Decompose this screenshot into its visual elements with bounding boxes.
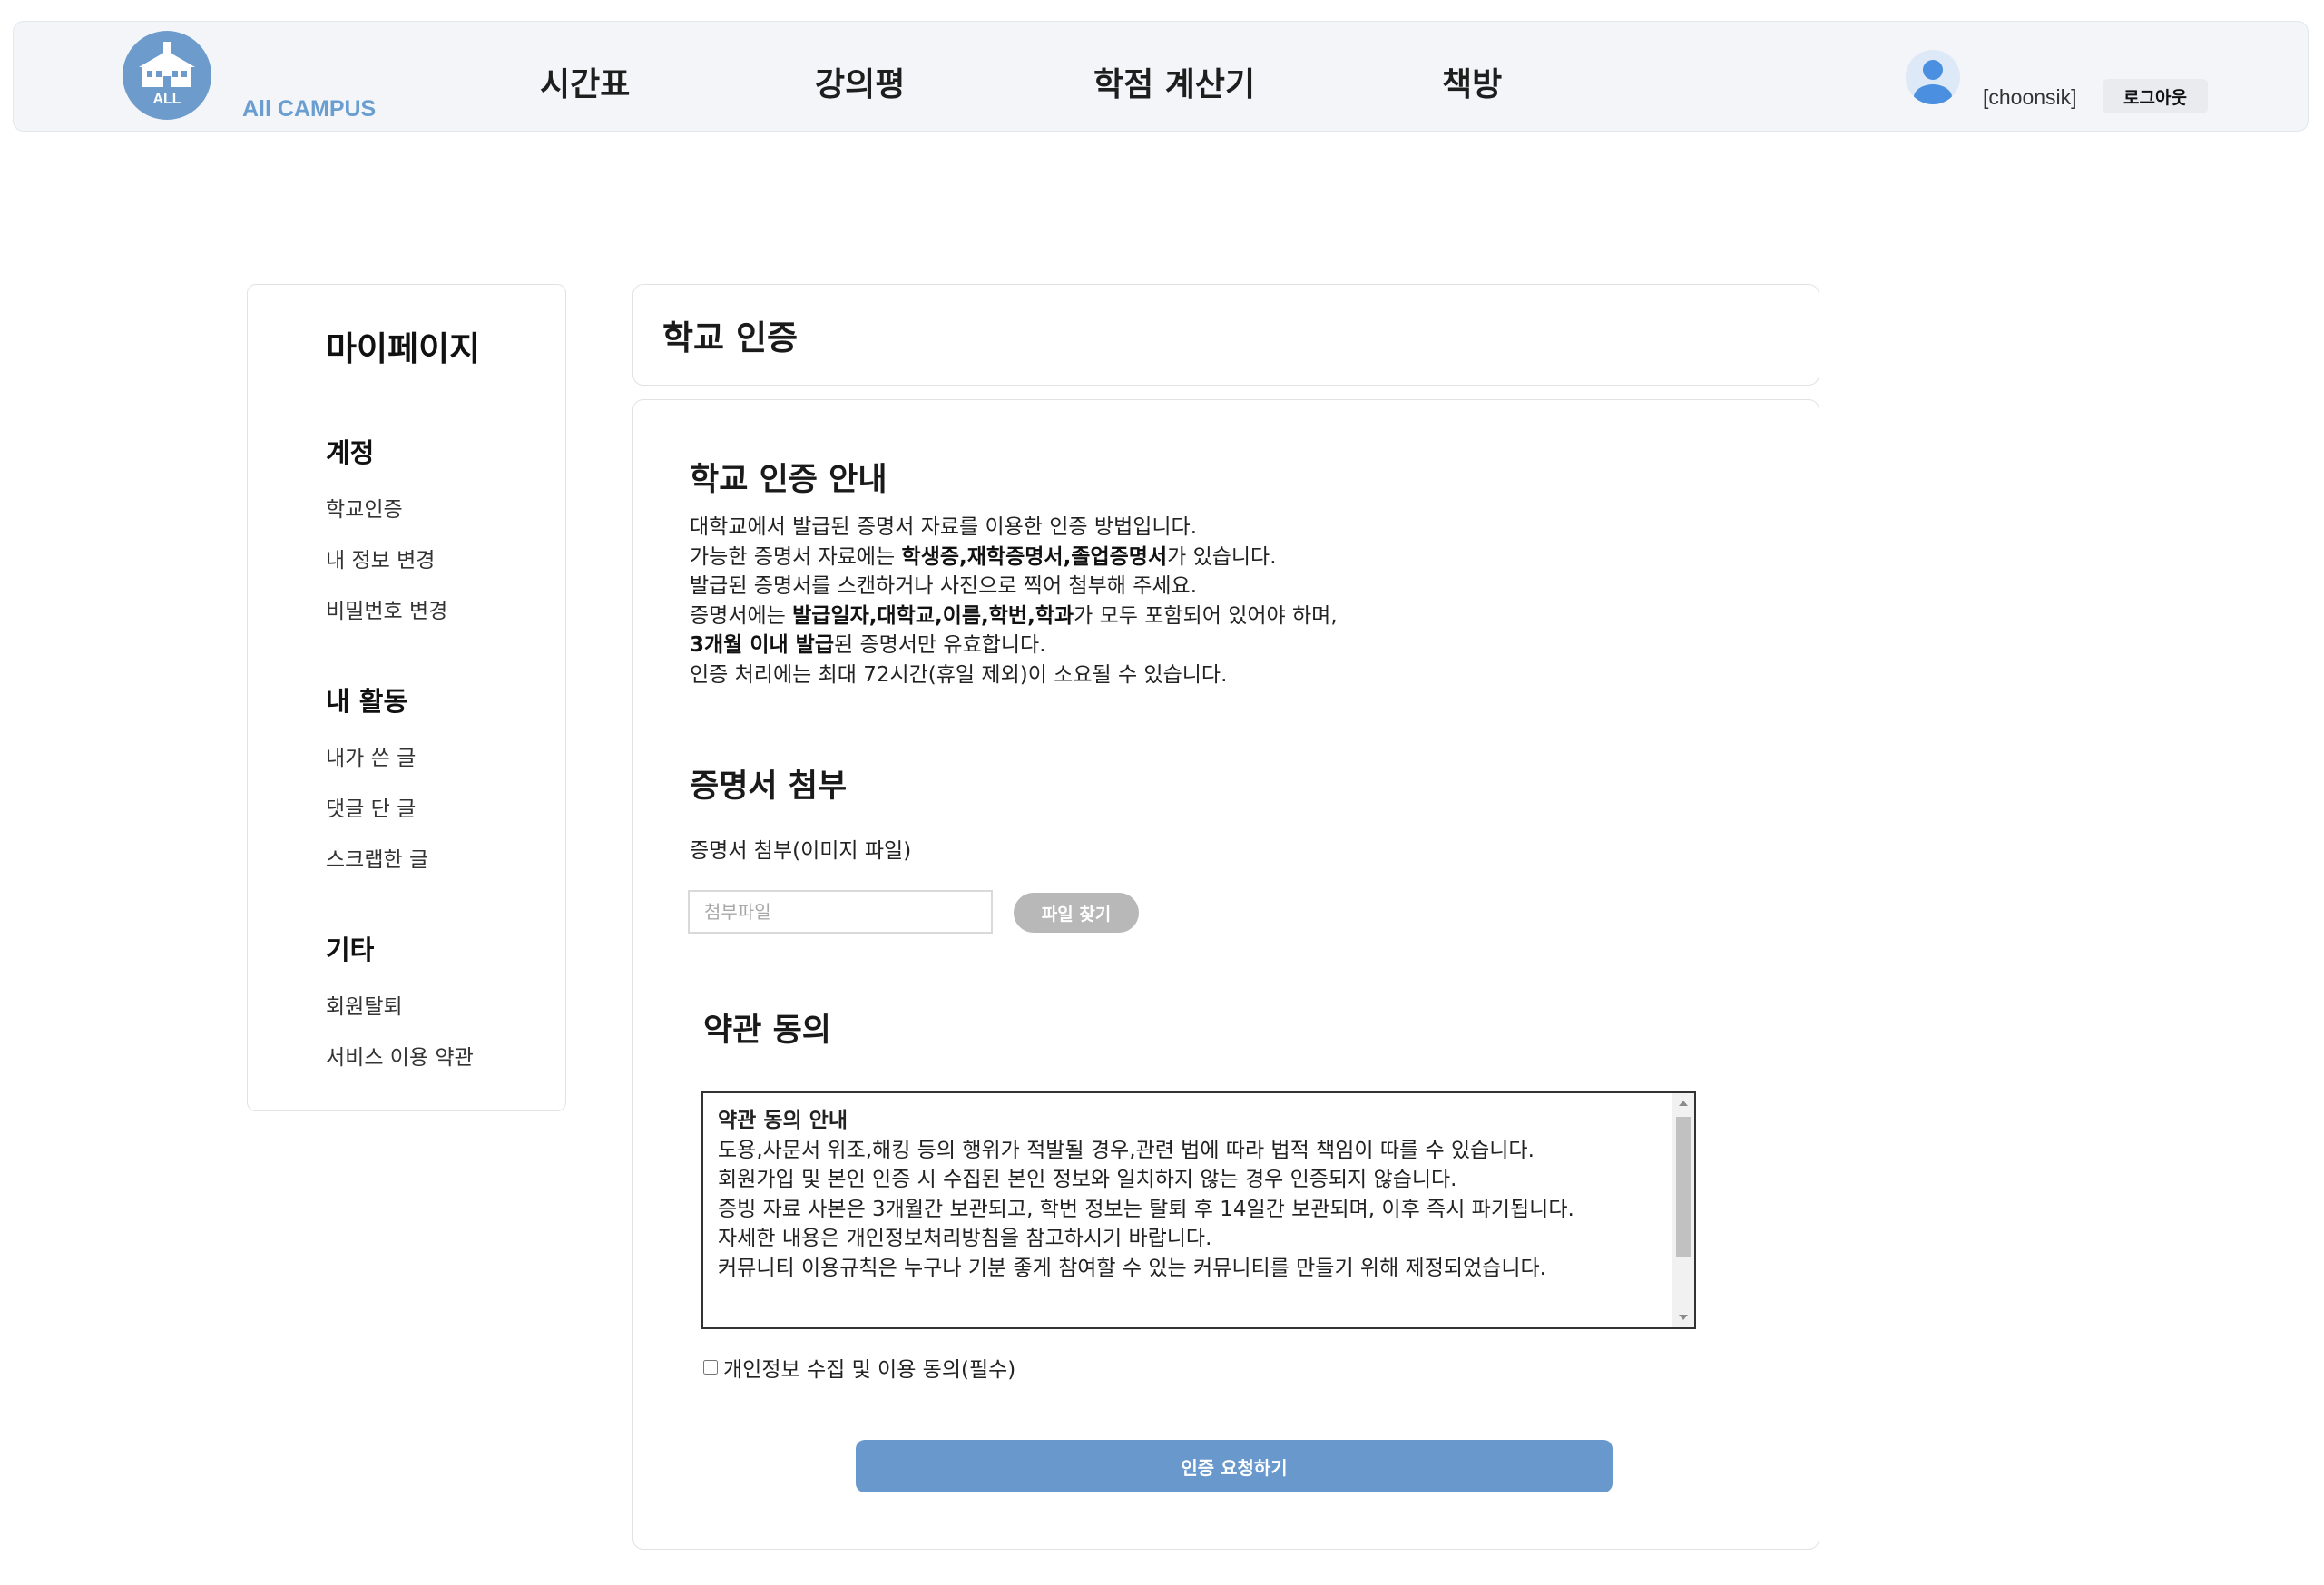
user-icon <box>1914 60 1952 104</box>
terms-scrollbar[interactable] <box>1672 1093 1694 1327</box>
sidebar-item-my-posts[interactable]: 내가 쓴 글 <box>326 740 416 771</box>
terms-title: 약관 동의 <box>703 1013 831 1049</box>
guide-line: 가능한 증명서 자료에는 학생증,재학증명서,졸업증명서가 있습니다. <box>690 544 1277 569</box>
terms-textarea[interactable]: 약관 동의 안내 도용,사문서 위조,해킹 등의 행위가 적발될 경우,관련 법… <box>701 1091 1696 1329</box>
attach-label: 증명서 첨부(이미지 파일) <box>690 839 912 863</box>
guide-text: 대학교에서 발급된 증명서 자료를 이용한 인증 방법입니다. 가능한 증명서 … <box>690 513 1338 690</box>
sidebar-item-scraps[interactable]: 스크랩한 글 <box>326 842 428 873</box>
brand-name[interactable]: All CAMPUS <box>242 96 376 122</box>
terms-line: 회원가입 및 본인 인증 시 수집된 본인 정보와 일치하지 않는 경우 인증되… <box>718 1168 1457 1191</box>
sidebar-item-school-auth[interactable]: 학교인증 <box>326 492 403 523</box>
sidebar-section-etc: 기타 <box>326 934 375 965</box>
guide-line: 증명서에는 발급일자,대학교,이름,학번,학과가 모두 포함되어 있어야 하며, <box>690 603 1338 628</box>
scroll-up-arrow-icon[interactable] <box>1679 1101 1688 1106</box>
privacy-agree-checkbox[interactable] <box>703 1360 718 1375</box>
scroll-thumb[interactable] <box>1676 1117 1691 1257</box>
sidebar-item-terms-of-service[interactable]: 서비스 이용 약관 <box>326 1040 474 1071</box>
terms-line: 자세한 내용은 개인정보처리방침을 참고하시기 바랍니다. <box>718 1227 1212 1250</box>
sidebar-title: 마이페이지 <box>326 329 481 368</box>
attachment-input[interactable] <box>688 890 993 934</box>
privacy-agree-row[interactable]: 개인정보 수집 및 이용 동의(필수) <box>703 1352 1015 1383</box>
nav-course-review[interactable]: 강의평 <box>815 58 905 105</box>
guide-line: 발급된 증명서를 스캔하거나 사진으로 찍어 첨부해 주세요. <box>690 574 1198 598</box>
mypage-sidebar: 마이페이지 계정 학교인증 내 정보 변경 비밀번호 변경 내 활동 내가 쓴 … <box>247 284 566 1111</box>
user-avatar-icon[interactable] <box>1906 50 1960 104</box>
top-header: ALL All CAMPUS 시간표 강의평 학점 계산기 책방 [choons… <box>13 21 2309 132</box>
terms-line: 도용,사문서 위조,해킹 등의 행위가 적발될 경우,관련 법에 따라 법적 책… <box>718 1138 1535 1162</box>
privacy-agree-label: 개인정보 수집 및 이용 동의(필수) <box>723 1358 1016 1382</box>
page-title-panel: 학교 인증 <box>632 284 1819 386</box>
sidebar-item-withdraw[interactable]: 회원탈퇴 <box>326 989 403 1020</box>
terms-content: 약관 동의 안내 도용,사문서 위조,해킹 등의 행위가 적발될 경우,관련 법… <box>718 1106 1662 1283</box>
username: [choonsik] <box>1983 85 2077 109</box>
nav-grade-calculator[interactable]: 학점 계산기 <box>1093 58 1255 105</box>
guide-line: 인증 처리에는 최대 72시간(휴일 제외)이 소요될 수 있습니다. <box>690 662 1228 687</box>
request-auth-button[interactable]: 인증 요청하기 <box>856 1440 1613 1492</box>
sidebar-item-edit-profile[interactable]: 내 정보 변경 <box>326 543 435 573</box>
terms-line: 증빙 자료 사본은 3개월간 보관되고, 학번 정보는 탈퇴 후 14일간 보관… <box>718 1197 1574 1221</box>
terms-heading: 약관 동의 안내 <box>718 1109 848 1132</box>
guide-title: 학교 인증 안내 <box>690 462 887 498</box>
logo-text: ALL <box>152 92 181 107</box>
sidebar-section-account: 계정 <box>326 437 375 468</box>
terms-line: 커뮤니티 이용규칙은 누구나 기분 좋게 참여할 수 있는 커뮤니티를 만들기 … <box>718 1256 1546 1280</box>
sidebar-item-my-comments[interactable]: 댓글 단 글 <box>326 791 416 822</box>
page-title: 학교 인증 <box>662 318 799 357</box>
guide-line: 대학교에서 발급된 증명서 자료를 이용한 인증 방법입니다. <box>690 515 1198 539</box>
nav-bookstore[interactable]: 책방 <box>1442 58 1502 105</box>
logout-button[interactable]: 로그아웃 <box>2103 79 2208 113</box>
school-building-icon: ALL <box>139 42 195 107</box>
sidebar-item-change-password[interactable]: 비밀번호 변경 <box>326 593 447 624</box>
campus-logo[interactable]: ALL <box>123 31 211 120</box>
sidebar-section-activity: 내 활동 <box>326 686 408 717</box>
attach-title: 증명서 첨부 <box>690 768 848 805</box>
find-file-button[interactable]: 파일 찾기 <box>1014 893 1139 933</box>
nav-timetable[interactable]: 시간표 <box>540 58 630 105</box>
scroll-down-arrow-icon[interactable] <box>1679 1315 1688 1320</box>
guide-line: 3개월 이내 발급된 증명서만 유효합니다. <box>690 633 1046 657</box>
